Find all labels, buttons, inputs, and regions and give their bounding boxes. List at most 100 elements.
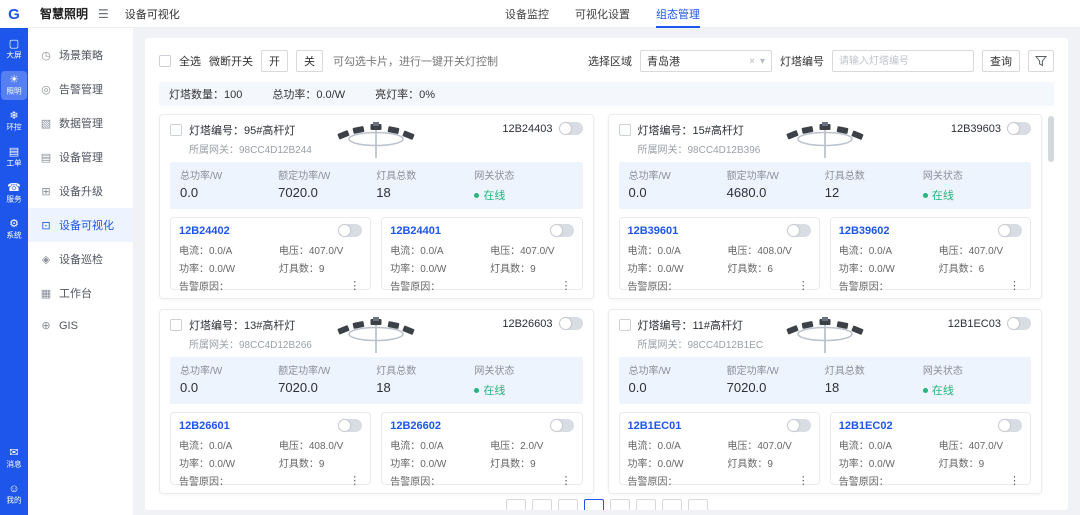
data-icon: ▧ [40, 117, 52, 130]
search-button[interactable]: 查询 [982, 50, 1020, 72]
more-actions-icon[interactable]: ⋮ [559, 279, 574, 292]
more-actions-icon[interactable]: ⋮ [347, 474, 362, 487]
card-checkbox[interactable] [619, 319, 631, 331]
pagination-page[interactable] [662, 499, 682, 510]
device-id-link[interactable]: 12B24402 [179, 225, 230, 237]
tower-no-input[interactable] [832, 50, 974, 72]
rail-item-system[interactable]: ⚙ 系统 [1, 215, 27, 244]
pagination-page[interactable] [532, 499, 552, 510]
region-select[interactable]: 青岛港 × ▾ [640, 50, 772, 72]
select-all-checkbox[interactable] [159, 55, 171, 67]
switch-on-button[interactable]: 开 [261, 50, 288, 72]
card-checkbox[interactable] [170, 124, 182, 136]
sidebar-item-device-visualization[interactable]: ⊡ 设备可视化 [28, 208, 133, 242]
main-device-toggle[interactable] [1007, 122, 1031, 135]
main-device-toggle[interactable] [559, 122, 583, 135]
device-id-link[interactable]: 12B26601 [179, 420, 230, 432]
tower-card: 灯塔编号：15#高杆灯 所属网关：98CC4D12B396 [608, 114, 1043, 299]
more-actions-icon[interactable]: ⋮ [559, 474, 574, 487]
card-checkbox[interactable] [619, 124, 631, 136]
tab-device-monitor[interactable]: 设备监控 [505, 0, 549, 28]
device-id-link[interactable]: 12B1EC02 [839, 420, 893, 432]
card-header: 灯塔编号：95#高杆灯 所属网关：98CC4D12B244 [170, 122, 583, 162]
more-actions-icon[interactable]: ⋮ [796, 474, 811, 487]
more-actions-icon[interactable]: ⋮ [347, 279, 362, 292]
device-id-link[interactable]: 12B24401 [390, 225, 441, 237]
filter-button[interactable] [1028, 50, 1054, 72]
pagination-page[interactable] [636, 499, 656, 510]
sidebar-item-workbench[interactable]: ▦ 工作台 [28, 276, 133, 310]
app-logo[interactable]: G [0, 0, 28, 28]
tower-image [780, 122, 870, 161]
service-icon: ☎ [7, 182, 21, 194]
stat-label: 总功率/W [180, 362, 278, 377]
field-power: 功率：0.0/W [390, 260, 486, 275]
main-device-id: 12B39603 [951, 123, 1001, 135]
more-actions-icon[interactable]: ⋮ [796, 279, 811, 292]
sidebar-item-scene-strategy[interactable]: ◷ 场景策略 [28, 38, 133, 72]
pagination-next[interactable] [688, 499, 708, 510]
rail-item-environment[interactable]: ❄ 环控 [1, 107, 27, 136]
more-actions-icon[interactable]: ⋮ [1007, 474, 1022, 487]
alarm-reason-label: 告警原因： [628, 473, 678, 488]
pagination-page[interactable] [610, 499, 630, 510]
switch-off-button[interactable]: 关 [296, 50, 323, 72]
card-checkbox[interactable] [170, 319, 182, 331]
device-toggle[interactable] [550, 224, 574, 237]
device-toggle[interactable] [787, 419, 811, 432]
alarm-reason-label: 告警原因： [390, 473, 440, 488]
stat-total-power: 总功率/W 0.0 [180, 167, 278, 203]
device-id-link[interactable]: 12B1EC01 [628, 420, 682, 432]
rail-item-profile[interactable]: ☺ 我的 [1, 480, 27, 509]
alarm-row: 告警原因： ⋮ [390, 470, 573, 488]
stat-label: 网关状态 [474, 362, 572, 377]
pagination-page[interactable] [558, 499, 578, 510]
gateway-status: 在线 [923, 187, 1021, 203]
collapse-sidebar-icon[interactable]: ☰ [98, 7, 109, 21]
device-toggle[interactable] [550, 419, 574, 432]
stat-value: 18 [376, 380, 474, 395]
main-device-toggle[interactable] [559, 317, 583, 330]
device-toggle[interactable] [338, 224, 362, 237]
workbench-icon: ▦ [40, 287, 52, 300]
device-card-header: 12B1EC02 [839, 419, 1022, 432]
rail-item-workorder[interactable]: ▤ 工单 [1, 143, 27, 172]
sidebar-item-device-upgrade[interactable]: ⊞ 设备升级 [28, 174, 133, 208]
clear-icon[interactable]: × [749, 56, 755, 67]
top-header: 智慧照明 ☰ 设备可视化 设备监控 可视化设置 组态管理 [28, 0, 1080, 28]
rail-item-lighting[interactable]: ☀ 照明 [1, 71, 27, 100]
sidebar-item-gis[interactable]: ⊕ GIS [28, 310, 133, 341]
stat-label: 灯具总数 [376, 167, 474, 182]
tab-visual-settings[interactable]: 可视化设置 [575, 0, 630, 28]
alarm-reason-label: 告警原因： [179, 473, 229, 488]
rail-item-service[interactable]: ☎ 服务 [1, 179, 27, 208]
sidebar-item-device-inspection[interactable]: ◈ 设备巡检 [28, 242, 133, 276]
main-device-toggle[interactable] [1007, 317, 1031, 330]
rail-item-messages[interactable]: ✉ 消息 [1, 444, 27, 473]
device-card: 12B24402 电流：0.0/A 电压：407.0/V 功率：0.0/W 灯具… [170, 217, 371, 290]
device-card-header: 12B1EC01 [628, 419, 811, 432]
sidebar-item-device-management[interactable]: ▤ 设备管理 [28, 140, 133, 174]
device-id-link[interactable]: 12B39601 [628, 225, 679, 237]
sidebar-item-alarm-management[interactable]: ◎ 告警管理 [28, 72, 133, 106]
device-id-link[interactable]: 12B39602 [839, 225, 890, 237]
more-actions-icon[interactable]: ⋮ [1007, 279, 1022, 292]
scrollbar-track[interactable] [1048, 114, 1054, 494]
device-toggle[interactable] [787, 224, 811, 237]
device-toggle[interactable] [338, 419, 362, 432]
device-id-link[interactable]: 12B26602 [390, 420, 441, 432]
device-toggle[interactable] [998, 419, 1022, 432]
device-toggle[interactable] [998, 224, 1022, 237]
tab-config-management[interactable]: 组态管理 [656, 0, 700, 28]
stat-light-total: 灯具总数 12 [825, 167, 923, 203]
pagination-page-current[interactable] [584, 499, 604, 510]
alarm-reason-label: 告警原因： [839, 278, 889, 293]
rail-item-dashboard[interactable]: ▢ 大屏 [1, 35, 27, 64]
scrollbar-thumb[interactable] [1048, 116, 1054, 162]
sidebar-item-data-management[interactable]: ▧ 数据管理 [28, 106, 133, 140]
alarm-row: 告警原因： ⋮ [628, 275, 811, 293]
stat-value: 7020.0 [278, 380, 376, 395]
pagination-prev[interactable] [506, 499, 526, 510]
cards-grid: 灯塔编号：95#高杆灯 所属网关：98CC4D12B244 [159, 114, 1054, 494]
main-device-id: 12B1EC03 [948, 318, 1001, 330]
